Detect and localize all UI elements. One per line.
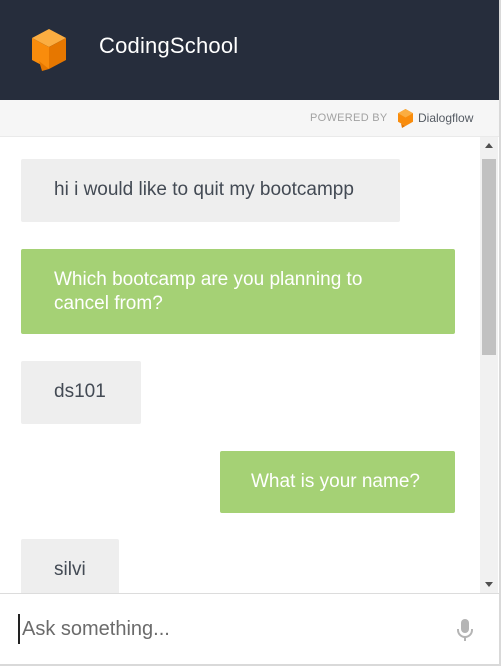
query-input[interactable] — [18, 614, 428, 644]
chat-widget: CodingSchool POWERED BY Dialogflow hi i … — [0, 0, 501, 666]
header: CodingSchool — [0, 0, 499, 100]
message-agent: Which bootcamp are you planning to cance… — [21, 249, 455, 334]
dialogflow-logo-icon[interactable] — [398, 109, 413, 128]
conversation-area: hi i would like to quit my bootcampp Whi… — [0, 137, 480, 593]
input-bar — [0, 593, 499, 664]
scroll-down-button[interactable] — [480, 576, 498, 593]
arrow-up-icon — [485, 143, 493, 148]
message-user: ds101 — [21, 361, 141, 424]
dialogflow-brand[interactable]: Dialogflow — [418, 111, 473, 125]
scroll-up-button[interactable] — [480, 137, 498, 154]
microphone-icon[interactable] — [455, 618, 475, 642]
powered-by-label: POWERED BY — [310, 112, 388, 124]
app-title: CodingSchool — [99, 33, 239, 58]
scroll-thumb[interactable] — [482, 159, 496, 355]
conversation-scrollbar[interactable] — [480, 137, 498, 593]
message-user: silvi — [21, 539, 119, 593]
cube-logo-icon — [32, 29, 66, 71]
arrow-down-icon — [485, 582, 493, 587]
message-agent: What is your name? — [220, 451, 455, 513]
message-user: hi i would like to quit my bootcampp — [21, 159, 400, 222]
